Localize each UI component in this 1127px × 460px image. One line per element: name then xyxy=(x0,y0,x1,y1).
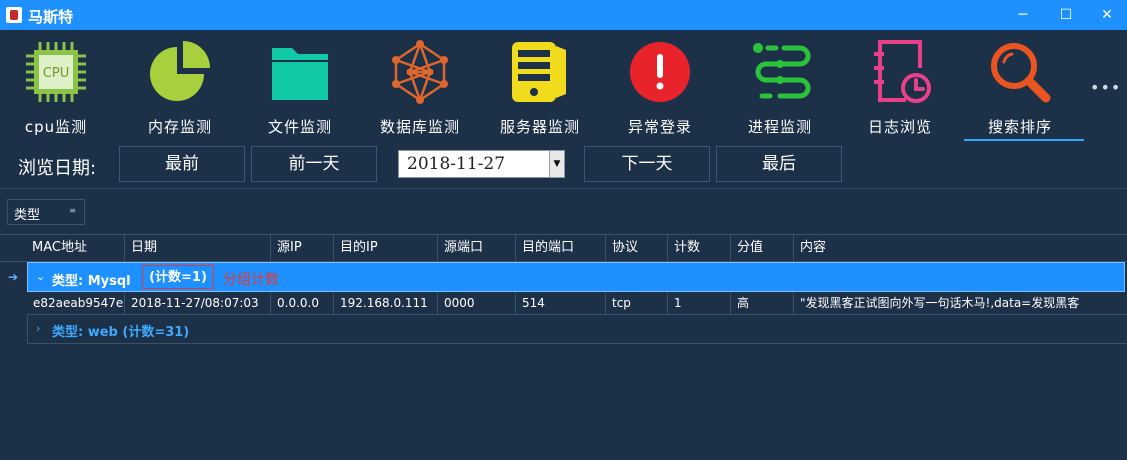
app-icon xyxy=(6,7,22,23)
column-header-content[interactable]: 内容 xyxy=(793,235,1127,261)
cell-content: "发现黑客正试图向外写一句话木马!,data=发现黑客 xyxy=(793,292,1127,314)
tool-database-monitor[interactable]: 数据库监测 xyxy=(364,30,476,140)
tool-label: cpu监测 xyxy=(24,118,88,136)
dropdown-arrow-icon[interactable]: ▼ xyxy=(549,151,564,177)
tool-cpu-monitor[interactable]: CPU cpu监测 xyxy=(0,30,112,140)
column-header-source-ip[interactable]: 源IP xyxy=(270,235,333,261)
folder-icon xyxy=(272,48,328,100)
previous-day-button[interactable]: 前一天 xyxy=(251,146,377,182)
date-value: 2018-11-27 xyxy=(407,154,506,174)
tool-label: 进程监测 xyxy=(747,118,812,136)
log-clock-icon xyxy=(874,40,931,103)
group-count-annotation: 分组计数 xyxy=(223,272,279,288)
column-header-score[interactable]: 分值 xyxy=(730,235,793,261)
more-options-icon[interactable]: ••• xyxy=(1090,78,1121,97)
title-bar: 马斯特 ─ ☐ ✕ xyxy=(0,0,1127,30)
tool-label: 数据库监测 xyxy=(379,118,460,136)
cpu-icon: CPU xyxy=(26,42,86,102)
search-icon xyxy=(991,43,1051,103)
column-header-date[interactable]: 日期 xyxy=(124,235,270,261)
group-label: 类型: web (计数=31) xyxy=(52,325,190,340)
group-row-web[interactable]: › 类型: web (计数=31) xyxy=(27,314,1127,344)
close-button[interactable]: ✕ xyxy=(1084,0,1127,30)
maximize-button[interactable]: ☐ xyxy=(1043,0,1089,30)
collapse-chevron-icon[interactable]: ⌄ xyxy=(36,270,45,283)
cell-score: 高 xyxy=(730,292,793,314)
date-navigation: 浏览日期: 最前 前一天 2018-11-27 ▼ 下一天 最后 xyxy=(0,140,1127,188)
group-row-mysql[interactable]: ⌄ 类型: Mysql (计数=1) 分组计数 xyxy=(27,262,1125,292)
column-header-protocol[interactable]: 协议 xyxy=(605,235,667,261)
minimize-button[interactable]: ─ xyxy=(1000,0,1046,30)
cell-mac: e82aeab9547e xyxy=(33,296,124,310)
group-by-chip[interactable]: 类型 ≡ xyxy=(7,199,85,225)
pie-chart-icon xyxy=(150,41,210,101)
column-header-mac[interactable]: MAC地址 xyxy=(0,235,124,261)
tool-server-monitor[interactable]: 服务器监测 xyxy=(484,30,596,140)
alert-icon xyxy=(630,42,690,102)
divider xyxy=(0,188,1127,189)
tool-process-monitor[interactable]: 进程监测 xyxy=(724,30,836,140)
tool-label: 服务器监测 xyxy=(499,118,580,136)
current-row-arrow-icon: ➔ xyxy=(8,270,19,284)
tool-search-sort[interactable]: 搜索排序 xyxy=(964,30,1084,141)
browse-date-label: 浏览日期: xyxy=(18,158,97,179)
server-icon xyxy=(512,42,566,102)
tool-label: 内存监测 xyxy=(147,118,212,136)
cell-dest-port: 514 xyxy=(515,292,605,314)
tool-memory-monitor[interactable]: 内存监测 xyxy=(124,30,236,140)
next-day-button[interactable]: 下一天 xyxy=(584,146,710,182)
table-row[interactable]: e82aeab9547e 2018-11-27/08:07:03 0.0.0.0… xyxy=(27,292,1127,315)
date-picker[interactable]: 2018-11-27 ▼ xyxy=(398,150,565,178)
column-header-count[interactable]: 计数 xyxy=(667,235,730,261)
cell-dest-ip: 192.168.0.111 xyxy=(333,292,437,314)
group-label: 类型: Mysql xyxy=(52,274,131,289)
cell-count: 1 xyxy=(667,292,730,314)
cell-source-ip: 0.0.0.0 xyxy=(270,292,333,314)
cell-protocol: tcp xyxy=(605,292,667,314)
tool-label: 异常登录 xyxy=(627,118,692,136)
cell-date: 2018-11-27/08:07:03 xyxy=(124,292,270,314)
column-header-source-port[interactable]: 源端口 xyxy=(437,235,515,261)
group-by-label: 类型 xyxy=(14,208,41,223)
tool-abnormal-login[interactable]: 异常登录 xyxy=(604,30,716,140)
grid-header: MAC地址 日期 源IP 目的IP 源端口 目的端口 协议 计数 分值 内容 xyxy=(0,234,1127,262)
tool-label: 文件监测 xyxy=(267,118,332,136)
tool-log-browse[interactable]: 日志浏览 xyxy=(844,30,956,140)
tool-label: 搜索排序 xyxy=(987,118,1052,136)
cell-source-port: 0000 xyxy=(437,292,515,314)
column-header-dest-ip[interactable]: 目的IP xyxy=(333,235,437,261)
expand-chevron-icon[interactable]: › xyxy=(36,322,40,335)
first-day-button[interactable]: 最前 xyxy=(119,146,245,182)
network-icon xyxy=(392,40,448,104)
last-day-button[interactable]: 最后 xyxy=(716,146,842,182)
tool-label: 日志浏览 xyxy=(867,118,932,136)
svg-text:CPU: CPU xyxy=(43,66,69,81)
tool-file-monitor[interactable]: 文件监测 xyxy=(244,30,356,140)
column-header-dest-port[interactable]: 目的端口 xyxy=(515,235,605,261)
process-icon xyxy=(753,43,811,99)
window-title: 马斯特 xyxy=(28,8,74,26)
module-toolbar: CPU cpu监测 内存监测 文件监测 数据库监测 服务器监测 异常登录 进程监… xyxy=(0,30,1127,141)
group-count: (计数=1) xyxy=(142,265,214,289)
sort-icon: ≡ xyxy=(69,206,76,215)
